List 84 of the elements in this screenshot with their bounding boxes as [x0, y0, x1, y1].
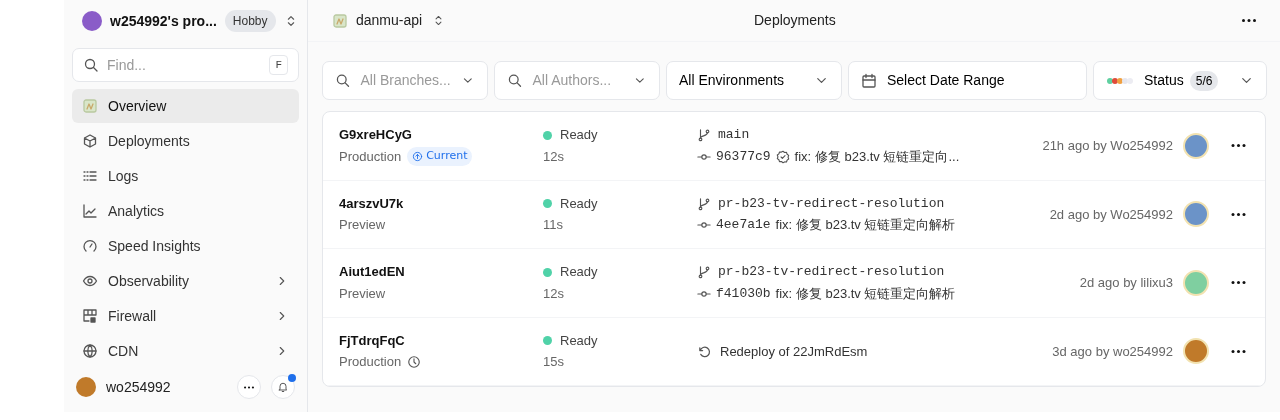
deployment-id[interactable]: 4arszvU7k	[339, 193, 543, 214]
duration-label: 12s	[543, 284, 565, 303]
sidebar-item[interactable]: Firewall	[72, 299, 299, 333]
author-time: 2d ago by lilixu3	[1079, 274, 1173, 292]
status-label: Ready	[560, 331, 598, 350]
duration-label: 12s	[543, 147, 565, 166]
status-label: Ready	[560, 263, 598, 282]
calendar-icon	[861, 72, 877, 89]
environment-label: Preview	[339, 284, 386, 303]
line-chart-icon	[82, 203, 98, 219]
sidebar-item[interactable]: Logs	[72, 159, 299, 193]
deployment-id[interactable]: FjTdrqFqC	[339, 330, 543, 351]
commit-message: fix: 修复 b23.tv 短链重定向解析	[775, 216, 956, 235]
eye-icon	[82, 273, 98, 289]
current-badge: Current	[407, 147, 473, 166]
list-icon	[82, 168, 98, 184]
branch-icon	[697, 128, 711, 142]
filter-dropdown[interactable]: Select Date Range	[848, 61, 1087, 100]
more-icon	[244, 385, 254, 389]
commit-message: fix: 修复 b23.tv 短链重定向解析	[775, 284, 956, 303]
branch-name[interactable]: main	[718, 125, 750, 145]
environment-label: Preview	[339, 216, 386, 235]
more-button[interactable]	[1242, 19, 1256, 22]
shortcut-key: F	[269, 54, 288, 76]
redeploy-label: Redeploy of 22JmRdEsm	[720, 342, 868, 361]
author-time: 2d ago by Wo254992	[1049, 205, 1173, 224]
branch-name[interactable]: pr-b23-tv-redirect-resolution	[718, 193, 945, 214]
project-thumbnail-icon	[332, 12, 348, 29]
count-badge: 5/6	[1189, 70, 1219, 91]
sidebar-item[interactable]: Overview	[72, 89, 299, 123]
arrow-up-circle-icon	[412, 151, 424, 162]
search-field[interactable]: Find... F	[72, 48, 299, 82]
branch-name[interactable]: pr-b23-tv-redirect-resolution	[718, 262, 945, 282]
more-icon	[1230, 144, 1246, 148]
branch-icon	[697, 196, 711, 211]
user-name: wo254992	[106, 377, 171, 397]
status-label: Ready	[560, 126, 598, 145]
user-avatar	[76, 377, 96, 397]
globe-icon	[82, 343, 98, 359]
sidebar-item[interactable]: Deployments	[72, 124, 299, 158]
plan-badge: Hobby	[224, 10, 276, 32]
more-icon	[1230, 212, 1246, 216]
filter-field[interactable]: All Authors...	[494, 61, 660, 100]
sidebar-item[interactable]: Observability	[72, 264, 299, 298]
firewall-icon	[82, 308, 98, 324]
cube-icon	[82, 133, 98, 149]
team-name[interactable]: w254992's pro...	[110, 10, 217, 32]
team-avatar	[82, 11, 102, 31]
environment-label: Production	[339, 147, 402, 166]
filter-input[interactable]: All Authors...	[532, 70, 624, 91]
notifications-button[interactable]	[271, 375, 295, 399]
status-dots-icon	[1106, 75, 1134, 86]
sidebar-item[interactable]: CDN	[72, 334, 299, 368]
status-label: Ready	[560, 194, 598, 213]
more-icon	[1230, 281, 1246, 285]
commit-hash[interactable]: f41030b	[716, 283, 771, 304]
commit-hash[interactable]: 96377c9	[716, 146, 771, 167]
search-icon	[507, 72, 523, 89]
commit-hash[interactable]: 4ee7a1e	[716, 215, 771, 235]
deployment-id[interactable]: G9xreHCyG	[339, 125, 543, 145]
page-title: Deployments	[754, 11, 836, 30]
filter-dropdown[interactable]: Status 5/6	[1093, 61, 1267, 100]
filter-input[interactable]: All Branches...	[360, 70, 452, 91]
sidebar-item[interactable]: Analytics	[72, 194, 299, 228]
gauge-icon	[82, 238, 98, 254]
search-input[interactable]: Find...	[107, 54, 262, 76]
more-icon	[1230, 349, 1246, 353]
commit-message: fix: 修复 b23.tv 短链重定向...	[794, 147, 960, 166]
environment-label: Production	[339, 353, 402, 372]
duration-label: 15s	[543, 353, 565, 372]
duration-label: 11s	[543, 216, 564, 235]
deployment-id[interactable]: Aiut1edEN	[339, 262, 543, 282]
bell-icon	[277, 381, 289, 393]
filter-dropdown[interactable]: All Environments	[666, 61, 842, 100]
project-name[interactable]: danmu-api	[356, 10, 423, 31]
project-thumbnail-icon	[82, 98, 98, 114]
search-icon	[83, 57, 99, 73]
more-icon	[1242, 19, 1256, 22]
search-icon	[335, 72, 351, 89]
author-time: 21h ago by Wo254992	[1042, 137, 1173, 155]
branch-icon	[697, 265, 711, 279]
sidebar-item[interactable]: Speed Insights	[72, 229, 299, 263]
filter-field[interactable]: All Branches...	[322, 61, 488, 100]
author-time: 3d ago by wo254992	[1052, 342, 1173, 361]
